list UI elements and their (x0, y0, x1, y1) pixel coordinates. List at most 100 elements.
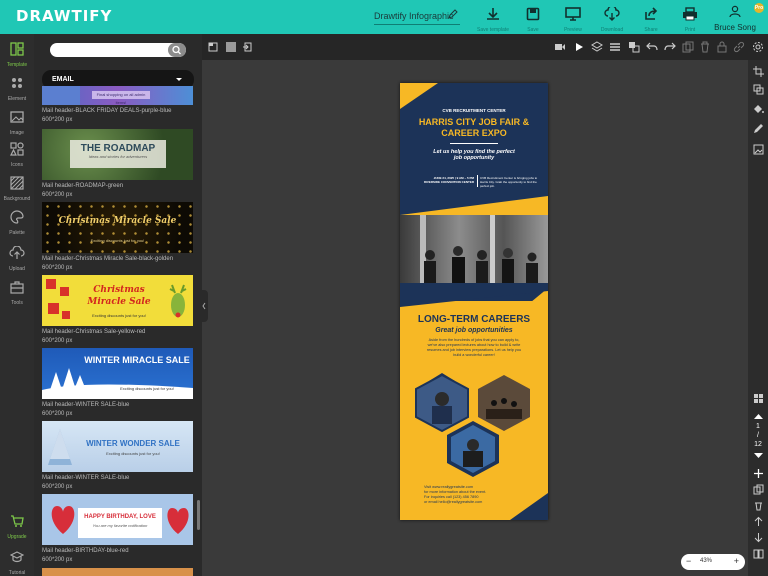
template-thumbnail[interactable] (42, 568, 193, 576)
rail-upgrade[interactable]: Upgrade (0, 514, 34, 540)
fit-screen-icon[interactable] (208, 42, 218, 52)
template-thumbnail[interactable]: WINTER MIRACLE SALE Exciting discounts j… (42, 348, 193, 399)
template-card[interactable]: Christmas Miracle Sale Exciting discount… (42, 202, 193, 271)
rail-element[interactable]: Element (0, 76, 34, 102)
align-icon[interactable] (609, 41, 621, 53)
rail-tutorial[interactable]: Tutorial (0, 550, 34, 576)
undo-icon[interactable] (646, 41, 658, 53)
template-thumbnail[interactable]: Christmas Miracle Sale Exciting discount… (42, 202, 193, 253)
delete-page-icon[interactable] (753, 500, 764, 511)
template-size: 600*200 px (42, 338, 73, 344)
template-thumbnail[interactable]: HAPPY BIRTHDAY, LOVE You are my favorite… (42, 494, 193, 545)
add-page-icon[interactable] (753, 468, 764, 479)
rail-background[interactable]: Background (0, 176, 34, 202)
rail-image[interactable]: Image (0, 110, 34, 136)
toolbox-icon (10, 281, 24, 294)
share-button[interactable]: Share (631, 7, 671, 33)
duplicate-icon[interactable] (682, 41, 694, 53)
move-up-icon[interactable] (753, 516, 764, 527)
template-card[interactable]: HAPPY BIRTHDAY, LOVE You are my favorite… (42, 494, 193, 563)
element-icon (12, 78, 22, 88)
video-icon[interactable] (554, 41, 566, 53)
template-thumbnail[interactable]: Final shopping on all admin items! (42, 86, 193, 105)
zoom-level[interactable]: 43% (700, 558, 712, 564)
poster-section-sub[interactable]: Great job opportunities (400, 327, 548, 334)
exit-icon[interactable] (242, 42, 252, 52)
link-icon[interactable] (733, 41, 745, 53)
rail-tools[interactable]: Tools (0, 280, 34, 306)
move-down-icon[interactable] (753, 532, 764, 543)
lock-icon[interactable] (716, 41, 728, 53)
transform-icon[interactable] (753, 84, 764, 95)
canvas-toolbar (202, 34, 768, 60)
template-card[interactable]: WINTER WONDER SALE Exciting discounts ju… (42, 421, 193, 490)
redo-icon[interactable] (664, 41, 676, 53)
poster-tagline[interactable]: Let us help you find the perfect job opp… (400, 149, 548, 161)
poster-contact[interactable]: Visit www.reallygreatsite.com for more i… (424, 485, 544, 505)
grid-icon[interactable] (753, 393, 764, 404)
pencil-icon[interactable] (448, 9, 458, 19)
pen-icon[interactable] (753, 123, 764, 134)
poster-side-text[interactable]: CVB Recruitment Center is bringing jobs … (480, 176, 538, 188)
poster-section-title[interactable]: LONG-TERM CAREERS (400, 314, 548, 325)
crop-icon[interactable] (753, 66, 764, 77)
poster-photo[interactable] (400, 215, 548, 291)
user-menu[interactable]: Bruce Song (712, 4, 758, 32)
rail-icons[interactable]: Icons (0, 142, 34, 168)
share-icon (645, 7, 658, 20)
poster-org[interactable]: CVB RECRUITMENT CENTER (400, 108, 548, 113)
rail-template[interactable]: Template (0, 42, 34, 68)
rail-upload[interactable]: Upload (0, 245, 34, 272)
zoom-control: − 43% + (681, 554, 745, 570)
user-name: Bruce Song (714, 23, 756, 32)
toolbar-label: Share (644, 27, 658, 33)
poster-date-block[interactable]: JUNE 24, 2025 | 9 AM – 5 PM RIVERSIDE CO… (412, 176, 474, 184)
template-size: 600*200 px (42, 557, 73, 563)
template-thumbnail[interactable]: WINTER WONDER SALE Exciting discounts ju… (42, 421, 193, 472)
print-button[interactable]: Print (670, 7, 710, 33)
gear-icon[interactable] (752, 41, 764, 53)
template-card[interactable]: THE ROADMAP Ideas and stories for advent… (42, 129, 193, 198)
document-title-text[interactable]: Drawtify Infographic (374, 11, 454, 21)
poster-body[interactable]: Aside from the hundreds of jobs that you… (426, 338, 522, 358)
image-icon[interactable] (753, 144, 764, 155)
preview-button[interactable]: Preview (553, 7, 593, 33)
thumb-text: HAPPY BIRTHDAY, LOVE (84, 514, 156, 520)
collapse-panel-button[interactable] (200, 290, 208, 322)
zoom-out-button[interactable]: − (686, 557, 691, 566)
save-button[interactable]: Save (513, 7, 553, 33)
template-card[interactable]: Final shopping on all admin items! Mail … (42, 86, 193, 123)
template-search-input[interactable] (50, 43, 186, 57)
document-title[interactable]: Drawtify Infographic (374, 9, 460, 25)
poster-hex-photos[interactable] (412, 373, 538, 477)
rail-palette[interactable]: Palette (0, 210, 34, 236)
toolbar-label: Save (527, 27, 539, 33)
fill-icon[interactable] (753, 103, 764, 114)
zoom-in-button[interactable]: + (734, 557, 739, 566)
download-button[interactable]: Download (592, 5, 632, 33)
poster-divider (450, 143, 498, 144)
page-separator: / (757, 432, 759, 439)
rail-label: Palette (9, 230, 25, 236)
template-card[interactable]: Christmas Miracle Sale Exciting discount… (42, 275, 193, 344)
rail-label: Tools (11, 300, 23, 306)
bring-forward-icon[interactable] (628, 41, 640, 53)
app-logo[interactable]: DRAWTIFY (16, 7, 112, 25)
layers-icon[interactable] (591, 41, 603, 53)
panel-scrollbar[interactable] (197, 500, 200, 530)
book-icon[interactable] (753, 548, 764, 559)
copy-page-icon[interactable] (753, 484, 764, 495)
poster-title[interactable]: HARRIS CITY JOB FAIR & CAREER EXPO (400, 117, 548, 139)
page-down-icon[interactable] (753, 452, 764, 460)
save-as-template-button[interactable]: Save template (473, 7, 513, 33)
page-up-icon[interactable] (753, 412, 764, 420)
play-icon[interactable] (573, 41, 585, 53)
delete-icon[interactable] (699, 41, 711, 53)
color-swatch[interactable] (226, 42, 236, 52)
template-thumbnail[interactable]: Christmas Miracle Sale Exciting discount… (42, 275, 193, 326)
template-thumbnail[interactable]: THE ROADMAP Ideas and stories for advent… (42, 129, 193, 180)
search-button[interactable] (168, 43, 186, 57)
template-card[interactable]: WINTER MIRACLE SALE Exciting discounts j… (42, 348, 193, 417)
rail-label: Template (6, 62, 28, 68)
design-canvas[interactable]: CVB RECRUITMENT CENTER HARRIS CITY JOB F… (400, 83, 548, 520)
